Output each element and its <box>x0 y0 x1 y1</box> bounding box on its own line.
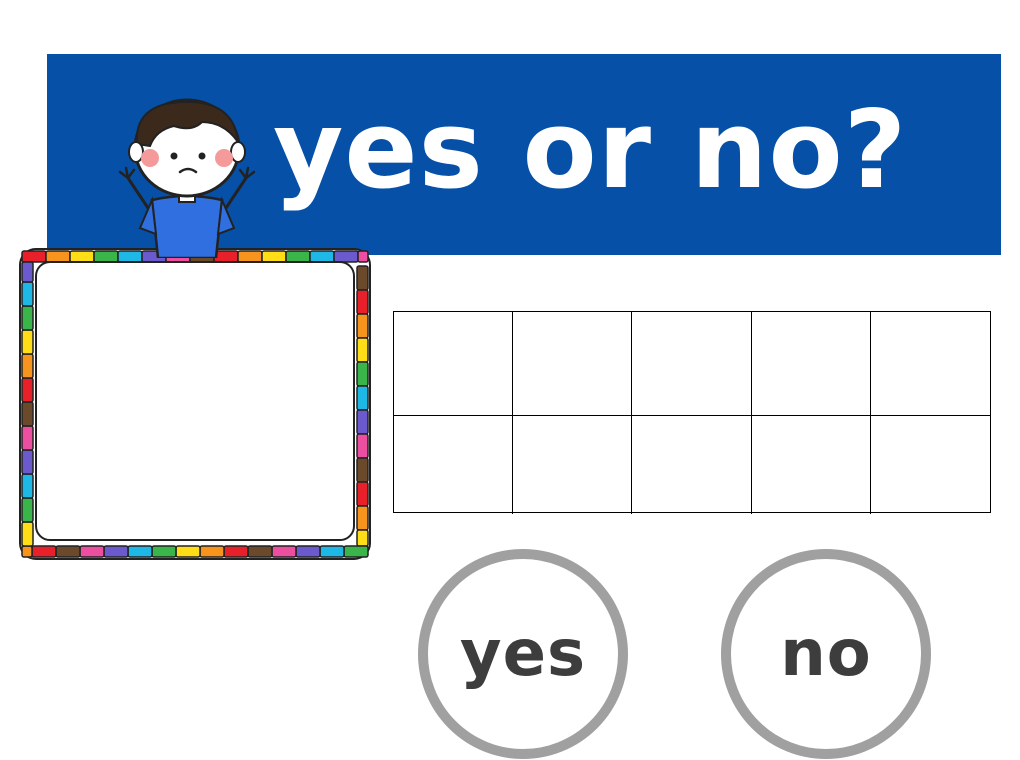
ten-frame-cell[interactable] <box>870 312 990 416</box>
boy-arms-raised-icon <box>118 98 256 258</box>
yes-button-label: yes <box>459 617 587 691</box>
no-button[interactable]: no <box>721 549 931 759</box>
ten-frame-cell[interactable] <box>513 312 633 416</box>
ten-frame-cell[interactable] <box>752 416 871 514</box>
ten-frame-cell[interactable] <box>632 416 752 514</box>
ten-frame-cell[interactable] <box>751 312 871 416</box>
ten-frame-cell[interactable] <box>871 416 990 514</box>
slide: yes or no? yes no <box>0 0 1020 760</box>
ten-frame-cell[interactable] <box>394 312 514 416</box>
ten-frame-cell[interactable] <box>513 416 633 514</box>
ten-frame-cell[interactable] <box>632 312 752 416</box>
rainbow-frame-icon <box>19 248 371 560</box>
ten-frame <box>393 311 991 514</box>
ten-frame-cell[interactable] <box>394 416 514 514</box>
yes-button[interactable]: yes <box>418 549 628 759</box>
page-title: yes or no? <box>273 88 908 213</box>
no-button-label: no <box>780 617 872 691</box>
